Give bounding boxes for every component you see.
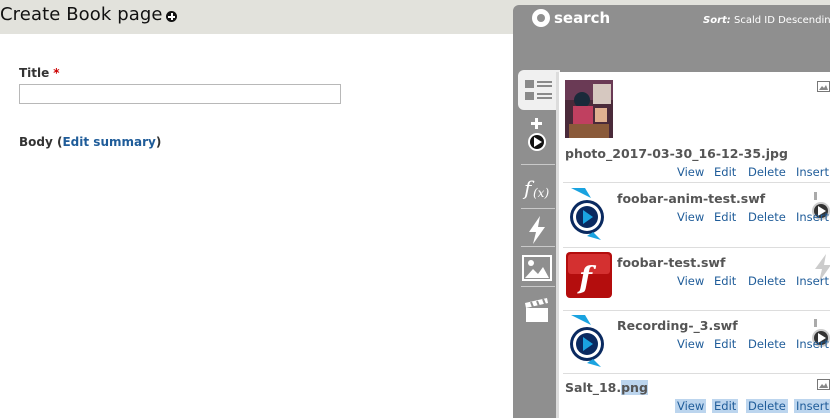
list-item: photo_2017-03-30_16-12-35.jpg View Edit … (563, 72, 830, 179)
edit-link[interactable]: Edit (712, 399, 739, 413)
edit-summary-link[interactable]: Edit summary (62, 135, 155, 149)
tab-add-video[interactable] (518, 114, 556, 154)
view-link[interactable]: View (677, 274, 704, 288)
atom-list: photo_2017-03-30_16-12-35.jpg View Edit … (556, 72, 830, 418)
search-label: search (554, 9, 611, 27)
formula-icon: f (x) (522, 176, 549, 200)
insert-link[interactable]: Insert (794, 399, 830, 413)
edit-link[interactable]: Edit (714, 210, 736, 224)
search-toggle-button[interactable]: search (532, 8, 610, 28)
tab-formula[interactable]: f (x) (518, 168, 556, 208)
image-type-icon (817, 379, 830, 390)
atom-divider (563, 182, 830, 183)
image-type-icon (817, 81, 830, 92)
delete-link[interactable]: Delete (746, 399, 788, 413)
atom-title[interactable]: foobar-anim-test.swf (617, 191, 765, 206)
delete-link[interactable]: Delete (748, 165, 786, 179)
tab-separator (521, 208, 555, 209)
flash-thumbnail-icon[interactable]: f (566, 252, 612, 298)
edit-link[interactable]: Edit (714, 337, 736, 351)
atom-type-tabs: f (x) (513, 70, 560, 348)
insert-link[interactable]: Insert (796, 337, 829, 351)
flash-icon (529, 216, 545, 244)
delete-link[interactable]: Delete (748, 337, 786, 351)
image-icon (522, 255, 552, 281)
video-thumbnail-icon[interactable] (567, 315, 607, 367)
insert-link[interactable]: Insert (796, 274, 829, 288)
search-icon (532, 9, 550, 27)
view-link[interactable]: View (677, 210, 704, 224)
body-label-text: Body (19, 135, 53, 149)
title-label-text: Title (19, 66, 50, 80)
add-shortcut-icon[interactable] (166, 11, 177, 22)
list-view-icon (525, 80, 552, 100)
delete-link[interactable]: Delete (748, 274, 786, 288)
atom-title[interactable]: Salt_18.png (565, 380, 648, 395)
list-item: Recording-_3.swf View Edit Delete Insert (563, 311, 830, 371)
tab-flash[interactable] (518, 210, 556, 250)
atom-title-text: Salt_18. (565, 380, 622, 395)
atom-title[interactable]: photo_2017-03-30_16-12-35.jpg (565, 146, 788, 161)
tab-separator (521, 286, 555, 287)
video-thumbnail-icon[interactable] (567, 188, 607, 240)
required-marker: * (53, 66, 60, 80)
tab-video[interactable] (518, 290, 556, 330)
tab-list-view[interactable] (518, 70, 560, 110)
edit-link[interactable]: Edit (714, 165, 736, 179)
clapperboard-icon (525, 298, 548, 322)
edit-link[interactable]: Edit (714, 274, 736, 288)
atom-title[interactable]: Recording-_3.swf (617, 318, 738, 333)
sort-indicator[interactable]: Sort: Scald ID Descending (703, 15, 830, 26)
insert-link[interactable]: Insert (796, 210, 829, 224)
list-item: Salt_18.png View Edit Delete Insert (563, 374, 830, 418)
view-link[interactable]: View (677, 165, 704, 179)
list-item: f foobar-test.swf View Edit Delete Inser… (563, 248, 830, 308)
tab-separator (521, 164, 555, 165)
sort-prefix: Sort: (703, 15, 731, 26)
title-label: Title * (19, 66, 60, 80)
title-input[interactable] (19, 84, 341, 104)
photo-thumbnail[interactable] (565, 80, 613, 138)
list-item: foobar-anim-test.swf View Edit Delete In… (563, 184, 830, 244)
view-link[interactable]: View (675, 399, 707, 413)
tab-separator (521, 246, 555, 247)
tab-image[interactable] (518, 248, 556, 288)
svg-text:(x): (x) (533, 186, 549, 200)
view-link[interactable]: View (677, 337, 704, 351)
body-label: Body (Edit summary) (19, 135, 162, 149)
add-video-icon (528, 118, 546, 151)
atom-title-selected-text: png (621, 380, 648, 395)
atom-title[interactable]: foobar-test.swf (617, 255, 725, 270)
insert-link[interactable]: Insert (796, 165, 829, 179)
delete-link[interactable]: Delete (748, 210, 786, 224)
page-title: Create Book page (0, 4, 163, 25)
sort-value: Scald ID Descending (733, 15, 830, 26)
